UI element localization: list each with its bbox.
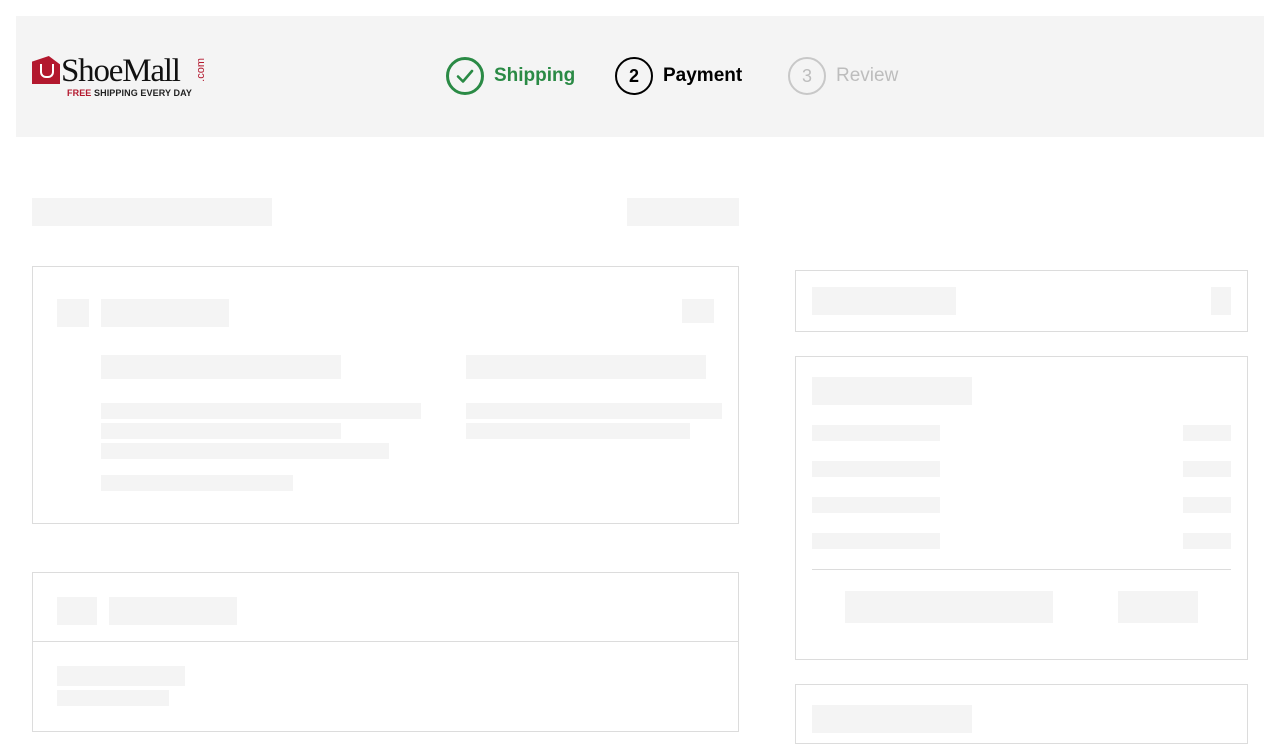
summary-label-skeleton [812, 497, 940, 513]
step-payment: 2 Payment [615, 56, 742, 96]
summary-value-skeleton [1183, 497, 1231, 513]
promo-card-skeleton [795, 270, 1248, 332]
card-icon-skeleton [57, 299, 89, 327]
method-line-skeleton [466, 403, 722, 419]
card-icon-skeleton [57, 597, 97, 625]
summary-divider [812, 569, 1231, 570]
summary-label-skeleton [812, 533, 940, 549]
total-value-skeleton [1118, 591, 1198, 623]
card-heading-skeleton [101, 299, 229, 327]
check-icon [456, 69, 474, 83]
step-payment-number: 2 [615, 57, 653, 95]
summary-label-skeleton [812, 461, 940, 477]
step-payment-label: Payment [663, 65, 743, 86]
card-heading-skeleton [109, 597, 237, 625]
address-label-skeleton [101, 355, 341, 379]
card-divider [33, 641, 738, 642]
step-review-label: Review [836, 65, 899, 86]
summary-value-skeleton [1183, 461, 1231, 477]
page-action-skeleton [627, 198, 739, 226]
step-shipping-label: Shipping [494, 65, 576, 86]
card-edit-skeleton [682, 299, 714, 323]
step-shipping[interactable]: Shipping [446, 56, 575, 96]
address-line-skeleton [101, 443, 389, 459]
summary-label-skeleton [812, 425, 940, 441]
checkout-header: ShoeMall .com FREE SHIPPING EVERY DAY Sh… [16, 16, 1264, 137]
address-line-skeleton [101, 475, 293, 491]
method-line-skeleton [466, 423, 690, 439]
payment-card-skeleton [32, 572, 739, 732]
order-summary-card-skeleton [795, 356, 1248, 660]
summary-value-skeleton [1183, 425, 1231, 441]
page-title-skeleton [32, 198, 272, 226]
payment-line-skeleton [57, 690, 169, 706]
summary-heading-skeleton [812, 377, 972, 405]
step-review: 3 Review [788, 56, 898, 96]
summary-value-skeleton [1183, 533, 1231, 549]
total-label-skeleton [845, 591, 1053, 623]
checkout-stepper: Shipping 2 Payment 3 Review [16, 56, 1264, 96]
secondary-heading-skeleton [812, 705, 972, 733]
address-line-skeleton [101, 423, 341, 439]
step-review-number: 3 [788, 57, 826, 95]
address-line-skeleton [101, 403, 421, 419]
shipping-summary-card-skeleton [32, 266, 739, 524]
secondary-card-skeleton [795, 684, 1248, 744]
step-shipping-circle [446, 57, 484, 95]
method-label-skeleton [466, 355, 706, 379]
promo-toggle-skeleton [1211, 287, 1231, 315]
payment-line-skeleton [57, 666, 185, 686]
promo-heading-skeleton [812, 287, 956, 315]
